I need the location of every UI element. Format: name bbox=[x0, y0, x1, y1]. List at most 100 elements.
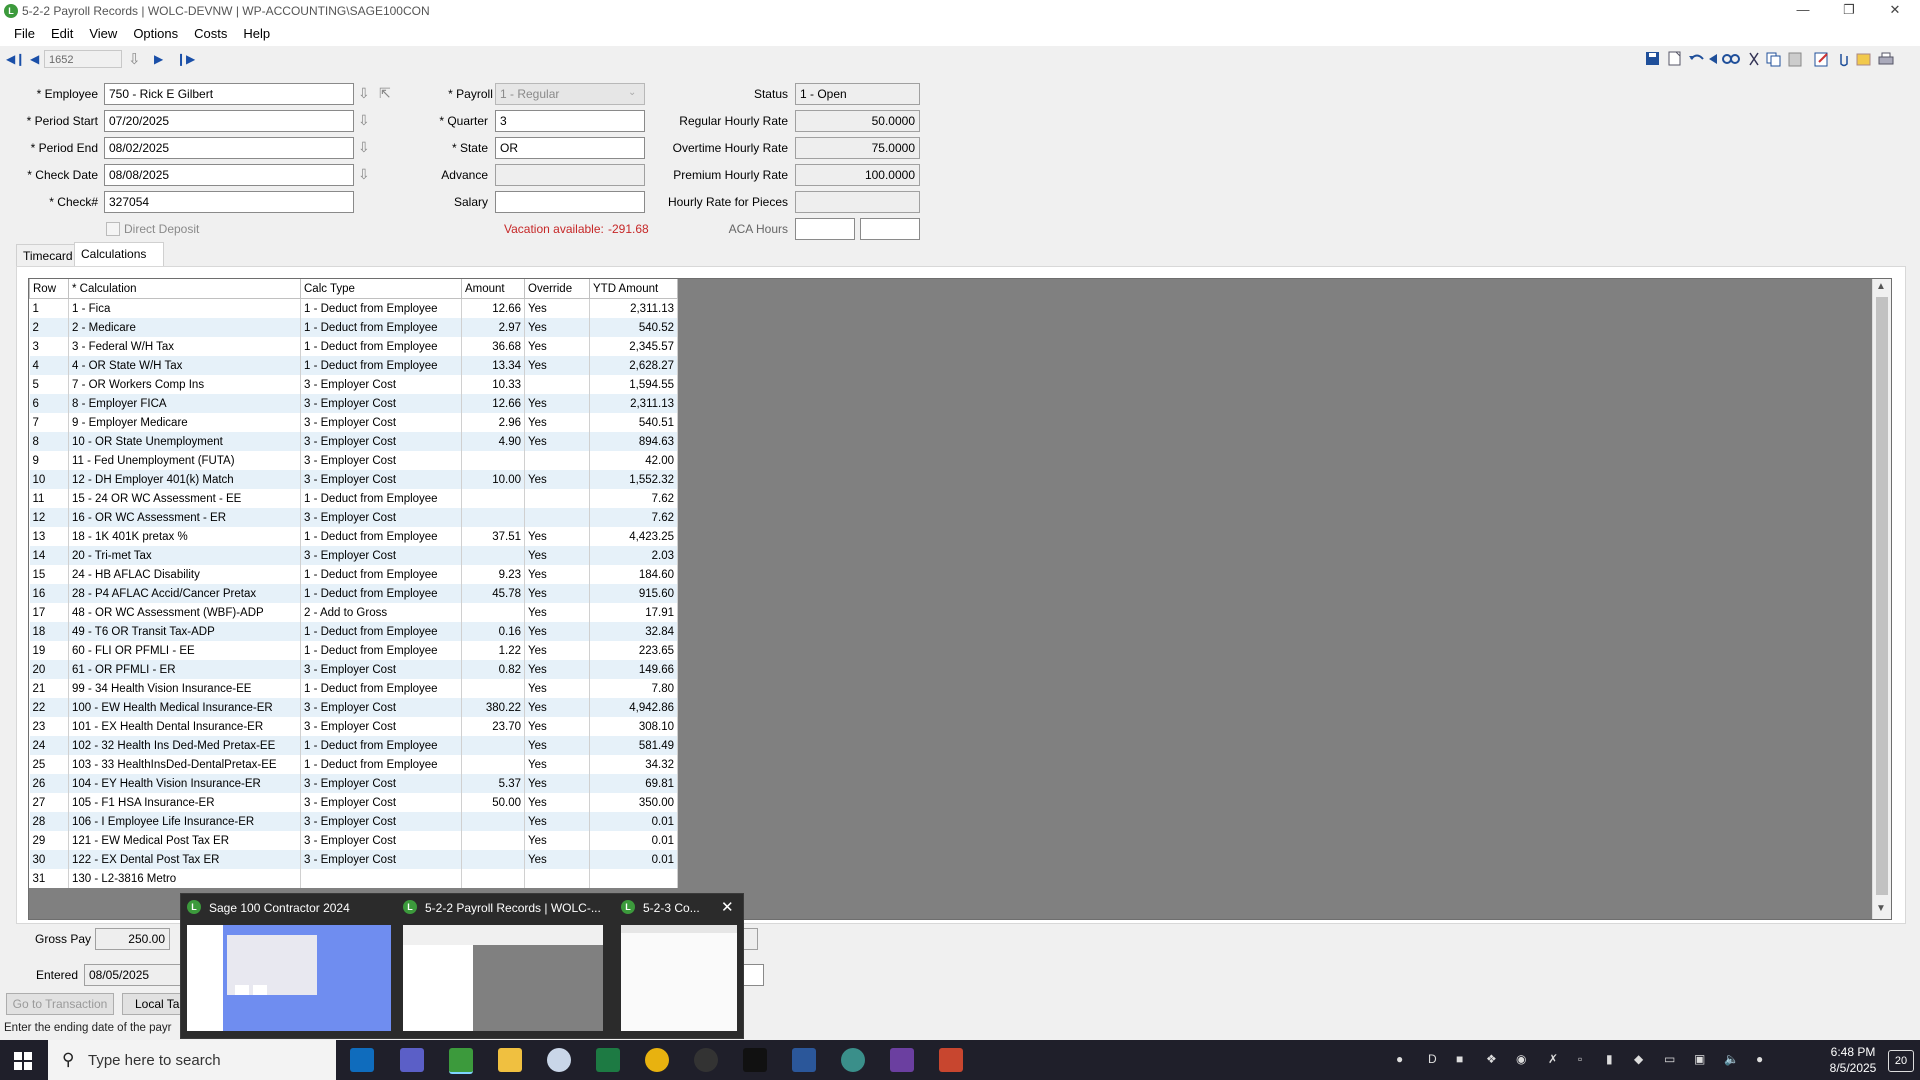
cell-override[interactable] bbox=[524, 451, 590, 470]
cell-calc-type[interactable]: 3 - Employer Cost bbox=[300, 850, 462, 869]
cell-calc-type[interactable]: 1 - Deduct from Employee bbox=[300, 755, 462, 774]
cell-override[interactable]: Yes bbox=[524, 736, 590, 755]
cell-calculation[interactable]: 3 - Federal W/H Tax bbox=[68, 337, 301, 356]
cell-amount[interactable]: 36.68 bbox=[461, 337, 525, 356]
cell-row[interactable]: 7 bbox=[29, 413, 69, 432]
cell-row[interactable]: 2 bbox=[29, 318, 69, 337]
cell-calc-type[interactable]: 1 - Deduct from Employee bbox=[300, 337, 462, 356]
cell-amount[interactable]: 12.66 bbox=[461, 298, 525, 318]
table-row[interactable]: 11 15 - 24 OR WC Assessment - EE 1 - Deduc… bbox=[29, 489, 678, 508]
microphone-icon[interactable]: ● bbox=[1756, 1052, 1763, 1066]
notes-icon[interactable] bbox=[1856, 53, 1871, 66]
premium-hourly-rate-field[interactable]: 100.0000 bbox=[795, 164, 920, 186]
cell-ytd-amount[interactable]: 7.62 bbox=[589, 508, 678, 527]
cell-override[interactable]: Yes bbox=[524, 356, 590, 375]
cell-calc-type[interactable]: 3 - Employer Cost bbox=[300, 432, 462, 451]
circle-app-icon[interactable] bbox=[694, 1048, 718, 1072]
state-field[interactable]: OR bbox=[495, 137, 645, 159]
cell-ytd-amount[interactable]: 540.51 bbox=[589, 413, 678, 432]
cell-row[interactable]: 18 bbox=[29, 622, 69, 641]
cell-amount[interactable]: 2.96 bbox=[461, 413, 525, 432]
cell-ytd-amount[interactable]: 2,345.57 bbox=[589, 337, 678, 356]
cell-row[interactable]: 21 bbox=[29, 679, 69, 698]
table-row[interactable]: 25 103 - 33 HealthInsDed-DentalPretax-EE 1… bbox=[29, 755, 678, 774]
table-row[interactable]: 26 104 - EY Health Vision Insurance-ER 3 -… bbox=[29, 774, 678, 793]
table-row[interactable]: 16 28 - P4 AFLAC Accid/Cancer Pretax 1 - D… bbox=[29, 584, 678, 603]
advance-field[interactable] bbox=[495, 164, 645, 186]
cell-calculation[interactable]: 103 - 33 HealthInsDed-DentalPretax-EE bbox=[68, 755, 301, 774]
menu-edit[interactable]: Edit bbox=[43, 22, 81, 41]
cell-row[interactable]: 5 bbox=[29, 375, 69, 394]
cell-calc-type[interactable]: 3 - Employer Cost bbox=[300, 375, 462, 394]
column-header-calc-type[interactable]: Calc Type bbox=[300, 279, 462, 299]
cell-override[interactable]: Yes bbox=[524, 622, 590, 641]
cell-amount[interactable] bbox=[461, 489, 525, 508]
chart-app-icon[interactable] bbox=[939, 1048, 963, 1072]
cell-override[interactable]: Yes bbox=[524, 755, 590, 774]
file-explorer-icon[interactable] bbox=[498, 1048, 522, 1072]
preview-card-sage[interactable]: L Sage 100 Contractor 2024 bbox=[181, 894, 397, 1038]
cell-amount[interactable] bbox=[461, 736, 525, 755]
cell-ytd-amount[interactable]: 0.01 bbox=[589, 812, 678, 831]
cell-calculation[interactable]: 130 - L2-3816 Metro bbox=[68, 869, 301, 888]
cell-calculation[interactable]: 48 - OR WC Assessment (WBF)-ADP bbox=[68, 603, 301, 622]
record-number-field[interactable]: 1652 bbox=[44, 50, 122, 68]
cell-row[interactable]: 13 bbox=[29, 527, 69, 546]
cell-override[interactable] bbox=[524, 489, 590, 508]
cell-row[interactable]: 25 bbox=[29, 755, 69, 774]
cell-calculation[interactable]: 15 - 24 OR WC Assessment - EE bbox=[68, 489, 301, 508]
copy-icon[interactable] bbox=[1766, 52, 1781, 67]
table-row[interactable]: 27 105 - F1 HSA Insurance-ER 3 - Employer … bbox=[29, 793, 678, 812]
table-row[interactable]: 11 - Fica 1 - Deduct from Employee 12.66 Ye… bbox=[29, 298, 678, 318]
cell-ytd-amount[interactable]: 1,594.55 bbox=[589, 375, 678, 394]
cell-amount[interactable]: 0.82 bbox=[461, 660, 525, 679]
cell-calc-type[interactable]: 1 - Deduct from Employee bbox=[300, 489, 462, 508]
cell-amount[interactable] bbox=[461, 831, 525, 850]
cell-row[interactable]: 3 bbox=[29, 337, 69, 356]
cell-ytd-amount[interactable]: 1,552.32 bbox=[589, 470, 678, 489]
cell-override[interactable]: Yes bbox=[524, 850, 590, 869]
cell-override[interactable]: Yes bbox=[524, 546, 590, 565]
cell-amount[interactable]: 10.33 bbox=[461, 375, 525, 394]
cell-row[interactable]: 28 bbox=[29, 812, 69, 831]
cell-amount[interactable]: 5.37 bbox=[461, 774, 525, 793]
cell-override[interactable]: Yes bbox=[524, 470, 590, 489]
teams-icon[interactable] bbox=[400, 1048, 424, 1072]
check-date-lookup-icon[interactable]: ⇩ bbox=[358, 167, 372, 183]
cell-override[interactable]: Yes bbox=[524, 679, 590, 698]
cell-row[interactable]: 12 bbox=[29, 508, 69, 527]
employee-drill-icon[interactable]: ⇱ bbox=[379, 86, 393, 102]
cell-override[interactable]: Yes bbox=[524, 698, 590, 717]
cell-ytd-amount[interactable]: 34.32 bbox=[589, 755, 678, 774]
cell-override[interactable]: Yes bbox=[524, 394, 590, 413]
table-row[interactable]: 33 - Federal W/H Tax 1 - Deduct from Empl… bbox=[29, 337, 678, 356]
cell-calc-type[interactable]: 1 - Deduct from Employee bbox=[300, 584, 462, 603]
chatgpt-icon[interactable] bbox=[841, 1048, 865, 1072]
regular-hourly-rate-field[interactable]: 50.0000 bbox=[795, 110, 920, 132]
cell-override[interactable]: Yes bbox=[524, 793, 590, 812]
cell-calc-type[interactable]: 3 - Employer Cost bbox=[300, 546, 462, 565]
cell-calculation[interactable]: 60 - FLI OR PFMLI - EE bbox=[68, 641, 301, 660]
cell-amount[interactable] bbox=[461, 679, 525, 698]
cell-override[interactable]: Yes bbox=[524, 527, 590, 546]
minimize-button[interactable]: — bbox=[1780, 0, 1826, 22]
cell-amount[interactable]: 9.23 bbox=[461, 565, 525, 584]
table-row[interactable]: 21 99 - 34 Health Vision Insurance-EE 1 - … bbox=[29, 679, 678, 698]
back-icon[interactable] bbox=[1709, 54, 1717, 64]
table-row[interactable]: 18 49 - T6 OR Transit Tax-ADP 1 - Deduct f… bbox=[29, 622, 678, 641]
sage-taskbar-icon[interactable] bbox=[449, 1048, 473, 1074]
cell-ytd-amount[interactable]: 350.00 bbox=[589, 793, 678, 812]
salary-field[interactable] bbox=[495, 191, 645, 213]
cell-calc-type[interactable]: 3 - Employer Cost bbox=[300, 717, 462, 736]
network-icon[interactable]: ▣ bbox=[1694, 1052, 1705, 1066]
employee-lookup-icon[interactable]: ⇩ bbox=[358, 86, 372, 102]
bottom-right-field[interactable] bbox=[742, 964, 764, 986]
cell-calculation[interactable]: 61 - OR PFMLI - ER bbox=[68, 660, 301, 679]
cell-calc-type[interactable]: 3 - Employer Cost bbox=[300, 698, 462, 717]
cell-calc-type[interactable]: 1 - Deduct from Employee bbox=[300, 565, 462, 584]
cell-amount[interactable]: 4.90 bbox=[461, 432, 525, 451]
cell-calculation[interactable]: 100 - EW Health Medical Insurance-ER bbox=[68, 698, 301, 717]
visual-studio-icon[interactable] bbox=[890, 1048, 914, 1072]
cloud-app-icon[interactable] bbox=[547, 1048, 571, 1072]
table-row[interactable]: 12 16 - OR WC Assessment - ER 3 - Employer… bbox=[29, 508, 678, 527]
